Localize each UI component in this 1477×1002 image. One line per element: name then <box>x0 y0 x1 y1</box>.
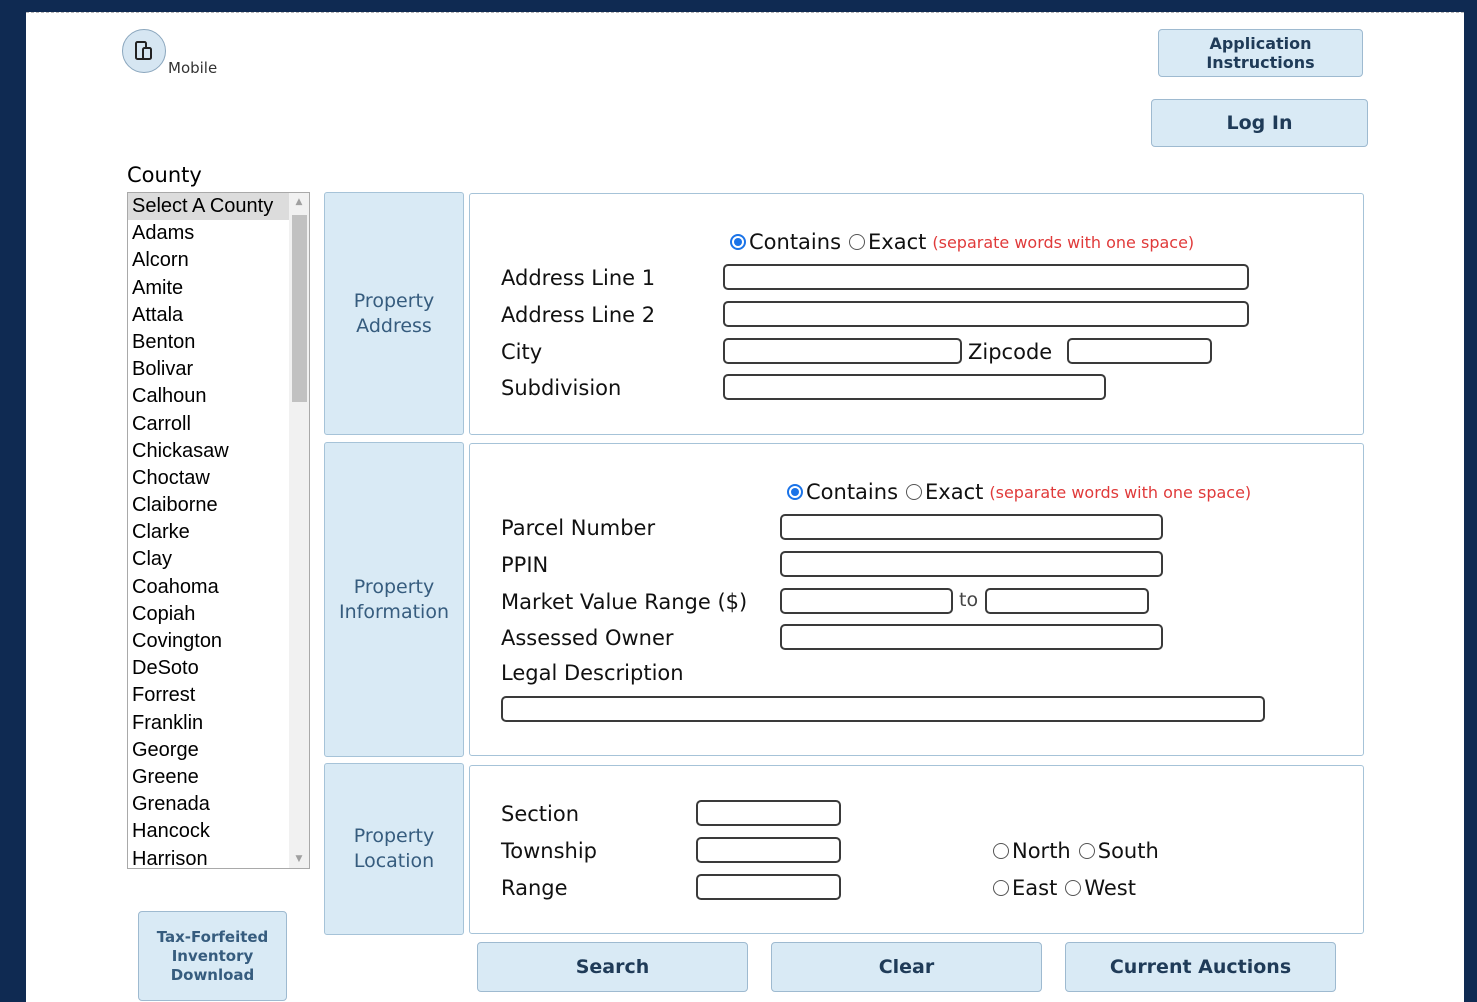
county-scrollbar[interactable]: ▲ ▼ <box>289 193 309 868</box>
county-option[interactable]: Coahoma <box>128 574 309 601</box>
info-match-note: (separate words with one space) <box>989 482 1252 502</box>
legal-description-input[interactable] <box>501 696 1265 722</box>
subdivision-label: Subdivision <box>501 376 622 400</box>
property-information-section-label: Property Information <box>324 442 464 757</box>
address-match-options: Contains Exact (separate words with one … <box>730 230 1194 254</box>
county-option[interactable]: Bolivar <box>128 356 309 383</box>
address-line-1-label: Address Line 1 <box>501 266 656 290</box>
county-option[interactable]: Grenada <box>128 791 309 818</box>
south-radio[interactable] <box>1078 843 1095 859</box>
county-option[interactable]: Franklin <box>128 710 309 737</box>
county-option[interactable]: Clarke <box>128 519 309 546</box>
county-listbox[interactable]: Select A County Adams Alcorn Amite Attala Ben… <box>127 192 310 869</box>
county-option-placeholder[interactable]: Select A County <box>128 193 309 221</box>
city-input[interactable] <box>723 338 962 364</box>
property-address-panel: Contains Exact (separate words with one … <box>469 193 1364 435</box>
main-window: Mobile Application Instructions Log In C… <box>26 12 1464 1002</box>
ppin-label: PPIN <box>501 553 549 577</box>
county-option[interactable]: Amite <box>128 275 309 302</box>
property-location-section-label: Property Location <box>324 763 464 935</box>
current-auctions-button[interactable]: Current Auctions <box>1065 942 1336 992</box>
county-option[interactable]: Forrest <box>128 682 309 709</box>
info-contains-radio[interactable] <box>787 484 803 500</box>
info-exact-label: Exact <box>925 480 984 504</box>
county-option[interactable]: Benton <box>128 329 309 356</box>
parcel-number-label: Parcel Number <box>501 516 656 540</box>
zipcode-input[interactable] <box>1067 338 1212 364</box>
market-value-min-input[interactable] <box>780 588 953 614</box>
property-information-panel: Contains Exact (separate words with one … <box>469 443 1364 756</box>
county-option[interactable]: DeSoto <box>128 655 309 682</box>
parcel-number-input[interactable] <box>780 514 1163 540</box>
login-button[interactable]: Log In <box>1151 99 1368 147</box>
county-option[interactable]: Claiborne <box>128 492 309 519</box>
county-option[interactable]: Clay <box>128 546 309 573</box>
mobile-toggle-button[interactable] <box>122 29 166 73</box>
county-option[interactable]: Carroll <box>128 411 309 438</box>
county-option[interactable]: Chickasaw <box>128 438 309 465</box>
county-option[interactable]: Alcorn <box>128 247 309 274</box>
range-label: Range <box>501 876 568 900</box>
county-option[interactable]: Calhoun <box>128 383 309 410</box>
county-option[interactable]: Choctaw <box>128 465 309 492</box>
property-address-section-label: Property Address <box>324 192 464 435</box>
county-option[interactable]: George <box>128 737 309 764</box>
application-instructions-button[interactable]: Application Instructions <box>1158 29 1363 77</box>
section-label: Section <box>501 802 580 826</box>
mobile-label: Mobile <box>168 59 218 77</box>
county-label: County <box>127 163 202 187</box>
zipcode-label: Zipcode <box>968 340 1053 364</box>
township-label: Township <box>501 839 598 863</box>
inventory-download-button[interactable]: Tax-Forfeited Inventory Download <box>138 911 287 1001</box>
ppin-input[interactable] <box>780 551 1163 577</box>
west-radio[interactable] <box>1065 880 1082 896</box>
address-exact-label: Exact <box>868 230 927 254</box>
east-label: East <box>1012 876 1058 900</box>
info-contains-label: Contains <box>806 480 899 504</box>
assessed-owner-label: Assessed Owner <box>501 626 674 650</box>
county-option[interactable]: Copiah <box>128 601 309 628</box>
north-label: North <box>1012 839 1071 863</box>
address-line-1-input[interactable] <box>723 264 1249 290</box>
east-radio[interactable] <box>993 880 1009 896</box>
address-exact-radio[interactable] <box>849 234 866 250</box>
address-line-2-label: Address Line 2 <box>501 303 656 327</box>
market-value-range-label: Market Value Range ($) <box>501 590 748 614</box>
scroll-up-icon[interactable]: ▲ <box>289 193 309 211</box>
range-input[interactable] <box>696 874 841 900</box>
address-line-2-input[interactable] <box>723 301 1249 327</box>
county-option[interactable]: Hancock <box>128 818 309 845</box>
address-match-note: (separate words with one space) <box>932 232 1195 252</box>
north-radio[interactable] <box>993 843 1009 859</box>
scroll-down-icon[interactable]: ▼ <box>289 850 309 868</box>
info-exact-radio[interactable] <box>906 484 923 500</box>
township-direction-options: North South <box>993 839 1159 863</box>
search-button[interactable]: Search <box>477 942 748 992</box>
scroll-thumb[interactable] <box>292 215 307 402</box>
county-option[interactable]: Attala <box>128 302 309 329</box>
county-option[interactable]: Harrison <box>128 846 309 869</box>
address-contains-radio[interactable] <box>730 234 746 250</box>
property-location-panel: Section Township Range North South East … <box>469 765 1364 934</box>
county-option[interactable]: Adams <box>128 220 309 247</box>
township-input[interactable] <box>696 837 841 863</box>
subdivision-input[interactable] <box>723 374 1106 400</box>
info-match-options: Contains Exact (separate words with one … <box>787 480 1251 504</box>
market-value-to-label: to <box>959 589 979 611</box>
assessed-owner-input[interactable] <box>780 624 1163 650</box>
section-input[interactable] <box>696 800 841 826</box>
county-option[interactable]: Covington <box>128 628 309 655</box>
address-contains-label: Contains <box>749 230 842 254</box>
south-label: South <box>1097 839 1159 863</box>
legal-description-label: Legal Description <box>501 661 684 685</box>
county-option[interactable]: Greene <box>128 764 309 791</box>
market-value-max-input[interactable] <box>985 588 1149 614</box>
mobile-devices-icon <box>135 41 152 60</box>
range-direction-options: East West <box>993 876 1136 900</box>
clear-button[interactable]: Clear <box>771 942 1042 992</box>
city-label: City <box>501 340 543 364</box>
west-label: West <box>1084 876 1136 900</box>
